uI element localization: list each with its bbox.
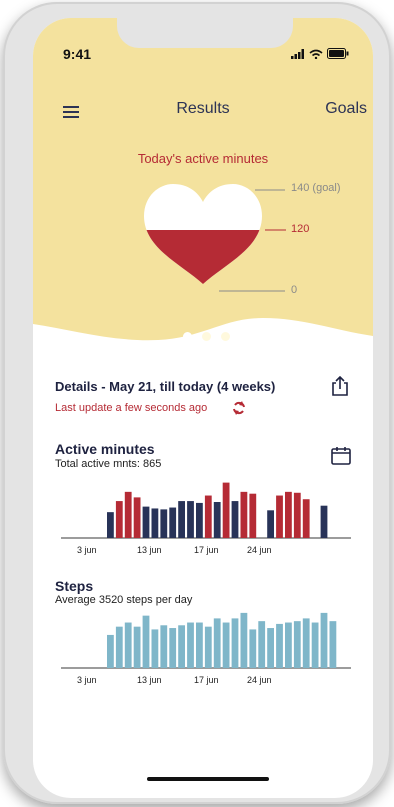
heart-fill [144, 230, 262, 284]
chart-bar [115, 501, 123, 538]
chart-bar [222, 622, 230, 668]
home-indicator[interactable] [147, 777, 269, 781]
status-time: 9:41 [63, 46, 92, 62]
active-minutes-title: Active minutes [55, 441, 155, 457]
chart-bar [249, 493, 257, 538]
chart-bar [329, 621, 337, 668]
chart-bar [169, 507, 177, 538]
chart-bar [196, 622, 203, 668]
goal-label: 140 (goal) [291, 182, 341, 194]
chart-bar [267, 510, 274, 538]
active-minutes-subtitle: Total active mnts: 865 [55, 458, 162, 470]
device-notch [117, 18, 293, 48]
page-indicator[interactable] [183, 332, 230, 341]
page-dot[interactable] [183, 332, 192, 341]
chart-bar [133, 626, 141, 668]
signal-icon [291, 48, 304, 59]
wifi-icon [309, 49, 323, 59]
chart-bar [285, 622, 292, 668]
chart-bar [142, 615, 150, 668]
x-tick-label: 24 jun [247, 675, 272, 685]
x-tick-label: 17 jun [194, 675, 219, 685]
x-tick-label: 17 jun [194, 545, 219, 555]
chart-bar [285, 491, 292, 538]
chart-bar [293, 492, 301, 538]
chart-bar [240, 612, 248, 668]
hero-title: Today's active minutes [137, 151, 269, 166]
chart-bar [302, 499, 310, 538]
chart-bar [231, 618, 239, 668]
chart-bar [169, 628, 177, 668]
chart-bar [276, 495, 283, 538]
phone-frame: 9:41 Results Goals Today's active minute… [3, 2, 391, 804]
chart-bar [107, 512, 114, 538]
details-title: Details - May 21, till today (4 weeks) [55, 379, 276, 394]
page-title: Results [176, 100, 230, 117]
chart-bar [124, 491, 132, 538]
chart-bar [276, 623, 283, 668]
chart-bar [133, 497, 141, 538]
chart-bar [320, 505, 328, 538]
steps-chart: 3 jun 13 jun 17 jun 24 jun [61, 612, 351, 685]
refresh-icon[interactable] [231, 400, 247, 416]
battery-icon [327, 48, 349, 59]
chart-bar [240, 491, 248, 538]
chart-bar [178, 625, 185, 668]
chart-bar [151, 629, 159, 668]
chart-bar [204, 495, 212, 538]
chart-bar [293, 621, 301, 668]
chart-bar [302, 618, 310, 668]
calendar-icon[interactable] [331, 446, 351, 465]
chart-bar [213, 502, 221, 538]
chart-bar [213, 618, 221, 668]
app-screen: 9:41 Results Goals Today's active minute… [33, 18, 373, 798]
steps-title: Steps [55, 578, 94, 594]
x-tick-label: 24 jun [247, 545, 272, 555]
active-minutes-chart: 3 jun 13 jun 17 jun 24 jun [61, 482, 351, 555]
x-tick-label: 3 jun [77, 675, 97, 685]
chart-bar [142, 506, 150, 538]
x-tick-label: 13 jun [137, 545, 162, 555]
x-tick-label: 3 jun [77, 545, 97, 555]
chart-bar [160, 509, 168, 538]
chart-bar [160, 625, 168, 668]
chart-bar [187, 622, 194, 668]
chart-bar [178, 501, 185, 538]
chart-bar [231, 501, 239, 538]
chart-bar [258, 621, 266, 668]
chart-bar [151, 508, 159, 538]
zero-label: 0 [291, 284, 298, 296]
chart-bar [267, 628, 274, 668]
chart-bar [249, 629, 257, 668]
goals-button[interactable]: Goals [325, 100, 367, 118]
current-label: 120 [291, 223, 310, 235]
chart-bar [196, 502, 203, 538]
chart-bar [222, 482, 230, 538]
chart-bar [187, 501, 194, 538]
share-icon[interactable] [331, 376, 349, 396]
hero-panel: 9:41 Results Goals Today's active minute… [33, 18, 373, 358]
page-dot[interactable] [202, 332, 211, 341]
chart-bar [204, 626, 212, 668]
page-dot[interactable] [221, 332, 230, 341]
status-icons [291, 48, 349, 59]
chart-bar [311, 622, 319, 668]
chart-bar [320, 612, 328, 668]
chart-bar [124, 622, 132, 668]
last-update-text: Last update a few seconds ago [55, 402, 208, 414]
chart-bar [115, 626, 123, 668]
x-tick-label: 13 jun [137, 675, 162, 685]
chart-bar [107, 634, 114, 668]
